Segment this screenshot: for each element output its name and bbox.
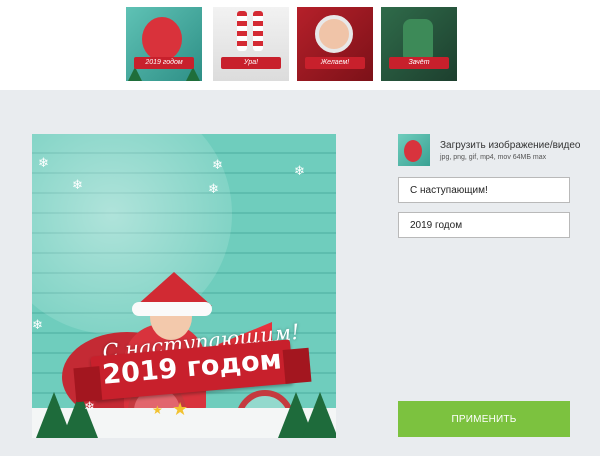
postcard-preview: ★ ★ ❄ ❄ ❄ ❄ ❄ ❄ ❄ ❄ С наступающим! 2019 … xyxy=(32,134,336,438)
stocking-icon xyxy=(253,11,263,51)
upload-image-button[interactable] xyxy=(398,134,430,166)
template-thumb-4[interactable]: Зачёт xyxy=(381,7,457,81)
template-thumb-2[interactable]: Ура! xyxy=(213,7,289,81)
image-preview-icon xyxy=(404,140,422,162)
santa-figure-icon xyxy=(142,17,182,61)
template-thumb-3[interactable]: Желаем! xyxy=(297,7,373,81)
snowflake-icon: ❄ xyxy=(212,157,223,172)
santa-hat-band xyxy=(132,302,212,316)
template-caption: Ура! xyxy=(221,57,281,69)
snowflake-icon: ❄ xyxy=(38,155,49,170)
template-caption: 2019 годом xyxy=(134,57,194,69)
greeting-line-1-input[interactable] xyxy=(398,177,570,203)
template-strip: 2019 годом Ура! Желаем! Зачёт xyxy=(0,0,600,90)
snowflake-icon: ❄ xyxy=(294,163,305,178)
child-figure-icon xyxy=(315,15,353,53)
upload-label[interactable]: Загрузить изображение/видео xyxy=(440,140,580,151)
snowflake-icon: ❄ xyxy=(84,399,95,414)
star-icon: ★ xyxy=(172,399,189,419)
snowflake-icon: ❄ xyxy=(208,181,219,196)
upload-hint: jpg, png, gif, mp4, mov 64МБ max xyxy=(440,154,547,161)
template-thumb-1[interactable]: 2019 годом xyxy=(126,7,202,81)
tree-icon xyxy=(186,67,200,81)
template-caption: Зачёт xyxy=(389,57,449,69)
template-caption: Желаем! xyxy=(305,57,365,69)
greeting-line-2-input[interactable] xyxy=(398,212,570,238)
santa-hat-icon xyxy=(136,272,212,306)
snowflake-icon: ❄ xyxy=(32,317,43,332)
tree-icon xyxy=(302,392,336,438)
tree-icon xyxy=(128,67,142,81)
apply-button[interactable]: ПРИМЕНИТЬ xyxy=(398,401,570,437)
stocking-icon xyxy=(237,11,247,51)
snowflake-icon: ❄ xyxy=(72,177,83,192)
star-icon: ★ xyxy=(152,403,163,417)
